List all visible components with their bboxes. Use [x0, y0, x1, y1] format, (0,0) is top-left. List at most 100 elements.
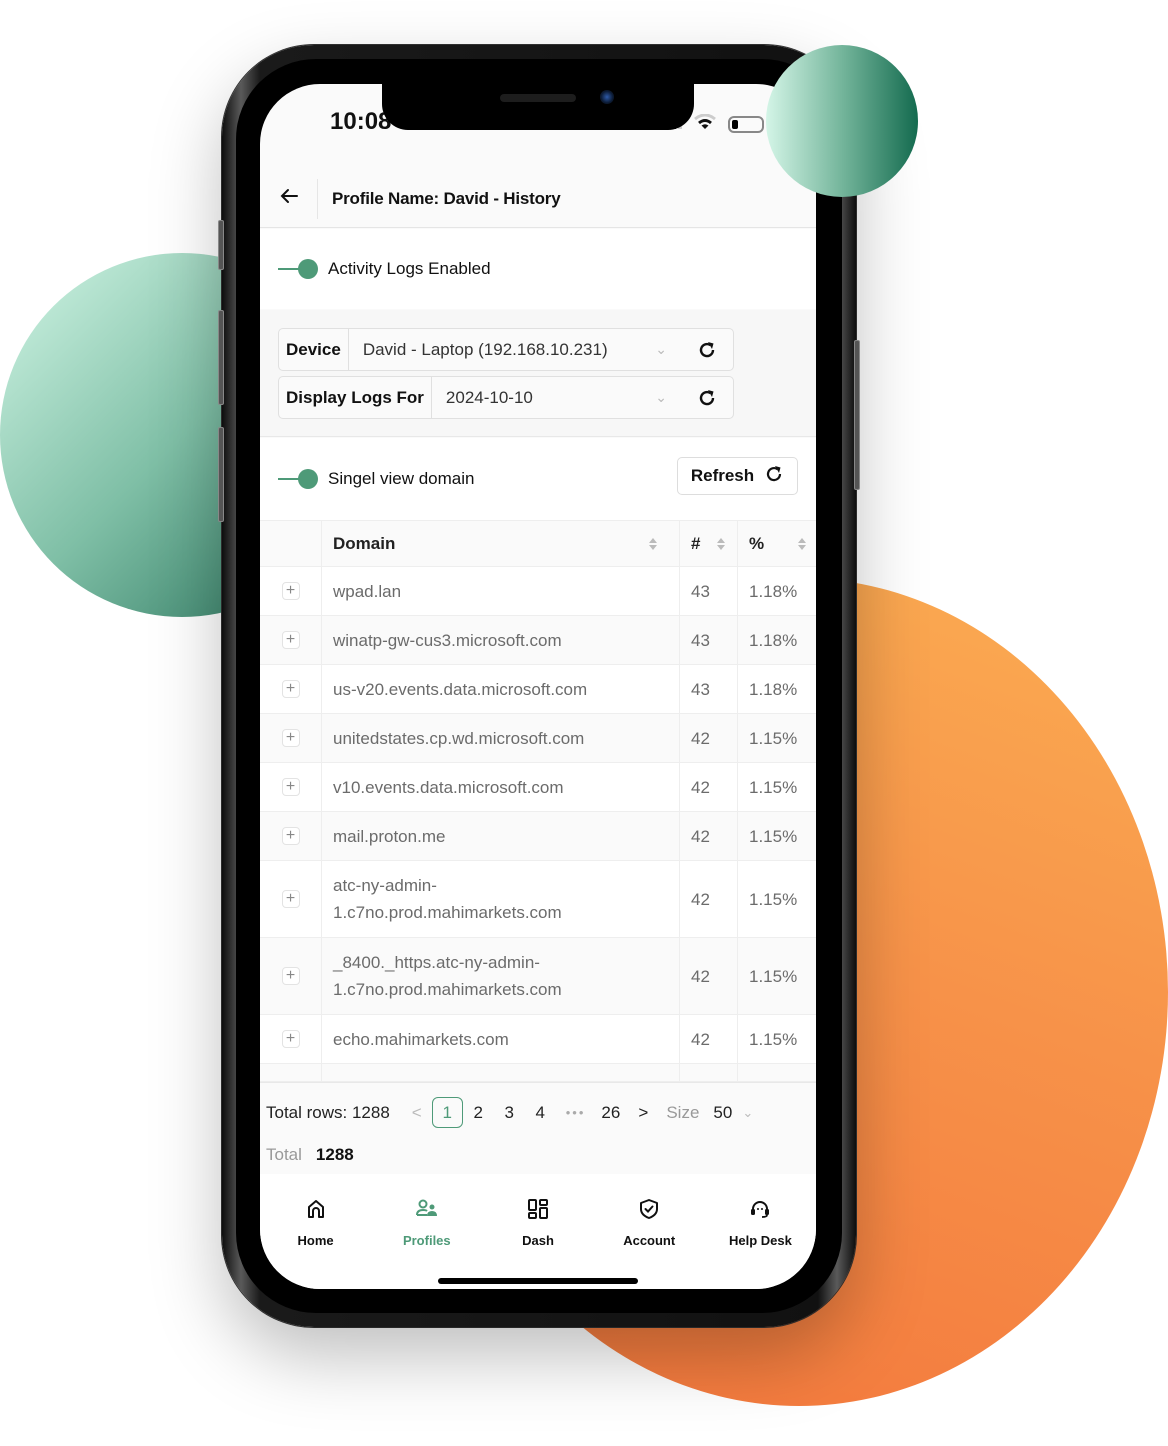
- count-cell: 42: [680, 1015, 738, 1063]
- percent-text: 1.15%: [749, 889, 798, 909]
- page-button-last[interactable]: 26: [595, 1097, 626, 1128]
- table-header: Domain # %: [260, 520, 816, 567]
- filters-section: Device David - Laptop (192.168.10.231) ⌄…: [260, 310, 816, 437]
- count-cell: 42: [680, 714, 738, 762]
- refresh-icon[interactable]: [697, 388, 717, 408]
- count-text: 42: [691, 889, 710, 909]
- expand-cell: +: [260, 763, 322, 811]
- domain-text: echo.mahimarkets.com: [333, 1029, 509, 1049]
- domain-text: v10.events.data.microsoft.com: [333, 777, 564, 797]
- count-cell: 42: [680, 812, 738, 860]
- single-view-section: Singel view domain Refresh: [260, 438, 816, 520]
- percent-cell: 1.15%: [738, 812, 816, 860]
- profiles-icon: [415, 1198, 439, 1225]
- table-row[interactable]: + mail.proton.me 42 1.15%: [260, 812, 816, 861]
- refresh-icon[interactable]: [697, 340, 717, 360]
- expand-row-button[interactable]: +: [281, 729, 300, 747]
- domain-cell: wpad.lan: [322, 567, 680, 615]
- domain-cell: _8400._https.atc-ny-admin- 1.c7no.prod.ma…: [322, 938, 680, 1014]
- percent-cell: 1.15%: [738, 938, 816, 1014]
- table-row[interactable]: + wpad.lan 43 1.18%: [260, 567, 816, 616]
- count-cell: 43: [680, 616, 738, 664]
- table-row[interactable]: + winatp-gw-cus3.microsoft.com 43 1.18%: [260, 616, 816, 665]
- phone-mute-switch: [218, 220, 224, 270]
- refresh-icon: [764, 464, 784, 489]
- domain-text: _8400._https.atc-ny-admin- 1.c7no.prod.ma…: [333, 953, 562, 999]
- column-header-percent[interactable]: %: [738, 521, 816, 566]
- date-select[interactable]: Display Logs For 2024-10-10 ⌄: [278, 376, 734, 419]
- expand-row-button[interactable]: +: [281, 967, 300, 985]
- domain-cell: us-v20.events.data.microsoft.com: [322, 665, 680, 713]
- sort-icon[interactable]: [798, 537, 806, 550]
- front-camera: [600, 90, 614, 104]
- expand-row-button[interactable]: +: [281, 890, 300, 908]
- domain-text: unitedstates.cp.wd.microsoft.com: [333, 728, 585, 748]
- expand-row-button[interactable]: +: [281, 778, 300, 796]
- expand-cell: +: [260, 861, 322, 937]
- page-size-label: Size: [666, 1102, 700, 1122]
- next-page-button[interactable]: >: [638, 1103, 648, 1123]
- count-cell: 43: [680, 665, 738, 713]
- expand-row-button[interactable]: +: [281, 1030, 300, 1048]
- page-button-3[interactable]: 3: [494, 1097, 525, 1128]
- domain-text: winatp-gw-cus3.microsoft.com: [333, 630, 562, 650]
- nav-item-account[interactable]: Account: [594, 1174, 705, 1289]
- date-value[interactable]: 2024-10-10: [432, 388, 655, 408]
- domain-cell: atc-ny-admin- 1.c7no.prod.mahimarkets.com: [322, 861, 680, 937]
- expand-cell: +: [260, 812, 322, 860]
- page-button-4[interactable]: 4: [525, 1097, 556, 1128]
- table-row[interactable]: + atc-ny-admin- 1.c7no.prod.mahimarkets.co…: [260, 861, 816, 938]
- count-text: 43: [691, 581, 710, 601]
- percent-text: 1.15%: [749, 826, 798, 846]
- table-row[interactable]: + echo.mahimarkets.com 42 1.15%: [260, 1015, 816, 1064]
- page-size-select[interactable]: 50: [713, 1103, 732, 1123]
- expand-cell: +: [260, 567, 322, 615]
- expand-row-button[interactable]: +: [281, 582, 300, 600]
- decorative-green-circle-top: [766, 45, 918, 197]
- column-header-domain[interactable]: Domain: [322, 521, 680, 566]
- column-header-count[interactable]: #: [680, 521, 738, 566]
- count-text: 42: [691, 966, 710, 986]
- back-button[interactable]: [260, 178, 318, 219]
- phone-volume-down: [218, 427, 224, 522]
- expand-row-button[interactable]: +: [281, 680, 300, 698]
- percent-text: 1.15%: [749, 1029, 798, 1049]
- table-row[interactable]: + unitedstates.cp.wd.microsoft.com 42 1.15%: [260, 714, 816, 763]
- percent-cell: 1.15%: [738, 714, 816, 762]
- table-row[interactable]: + _8400._https.atc-ny-admin- 1.c7no.prod.m…: [260, 938, 816, 1015]
- count-cell: 43: [680, 567, 738, 615]
- prev-page-button[interactable]: <: [412, 1103, 422, 1123]
- device-select[interactable]: Device David - Laptop (192.168.10.231) ⌄: [278, 328, 734, 371]
- count-cell: 42: [680, 861, 738, 937]
- nav-item-help-desk[interactable]: Help Desk: [705, 1174, 816, 1289]
- domain-text: us-v20.events.data.microsoft.com: [333, 679, 588, 699]
- count-text: 43: [691, 630, 710, 650]
- pagination-ellipsis[interactable]: •••: [556, 1105, 596, 1120]
- table-row[interactable]: + us-v20.events.data.microsoft.com 43 1.18%: [260, 665, 816, 714]
- device-value[interactable]: David - Laptop (192.168.10.231): [349, 340, 655, 360]
- bottom-nav: Home Profiles Dash Account Help Desk: [260, 1174, 816, 1289]
- phone-screen: 10:08 Profile Name: David - History Acti…: [260, 84, 816, 1289]
- expand-row-button[interactable]: +: [281, 631, 300, 649]
- percent-text: 1.18%: [749, 581, 798, 601]
- domain-cell: v10.events.data.microsoft.com: [322, 763, 680, 811]
- display-logs-label: Display Logs For: [279, 377, 432, 418]
- expand-row-button[interactable]: +: [281, 827, 300, 845]
- nav-item-home[interactable]: Home: [260, 1174, 371, 1289]
- shield-check-icon: [638, 1198, 660, 1225]
- sort-icon[interactable]: [717, 537, 725, 550]
- table-body: + wpad.lan 43 1.18% + winatp-gw-cus3.microsof…: [260, 567, 816, 1082]
- total-rows-text: Total rows: 1288: [266, 1102, 390, 1122]
- page-button-2[interactable]: 2: [463, 1097, 494, 1128]
- activity-logs-toggle[interactable]: [278, 258, 318, 280]
- sort-icon[interactable]: [649, 537, 657, 550]
- page-button-1[interactable]: 1: [431, 1097, 463, 1128]
- table-row[interactable]: + v10.events.data.microsoft.com 42 1.15%: [260, 763, 816, 812]
- activity-logs-section: Activity Logs Enabled: [260, 229, 816, 309]
- dashboard-icon: [527, 1198, 549, 1225]
- nav-item-profiles[interactable]: Profiles: [371, 1174, 482, 1289]
- nav-item-dash[interactable]: Dash: [482, 1174, 593, 1289]
- chevron-down-icon[interactable]: ⌄: [742, 1105, 753, 1121]
- single-view-toggle[interactable]: [278, 468, 318, 490]
- refresh-button[interactable]: Refresh: [677, 457, 798, 495]
